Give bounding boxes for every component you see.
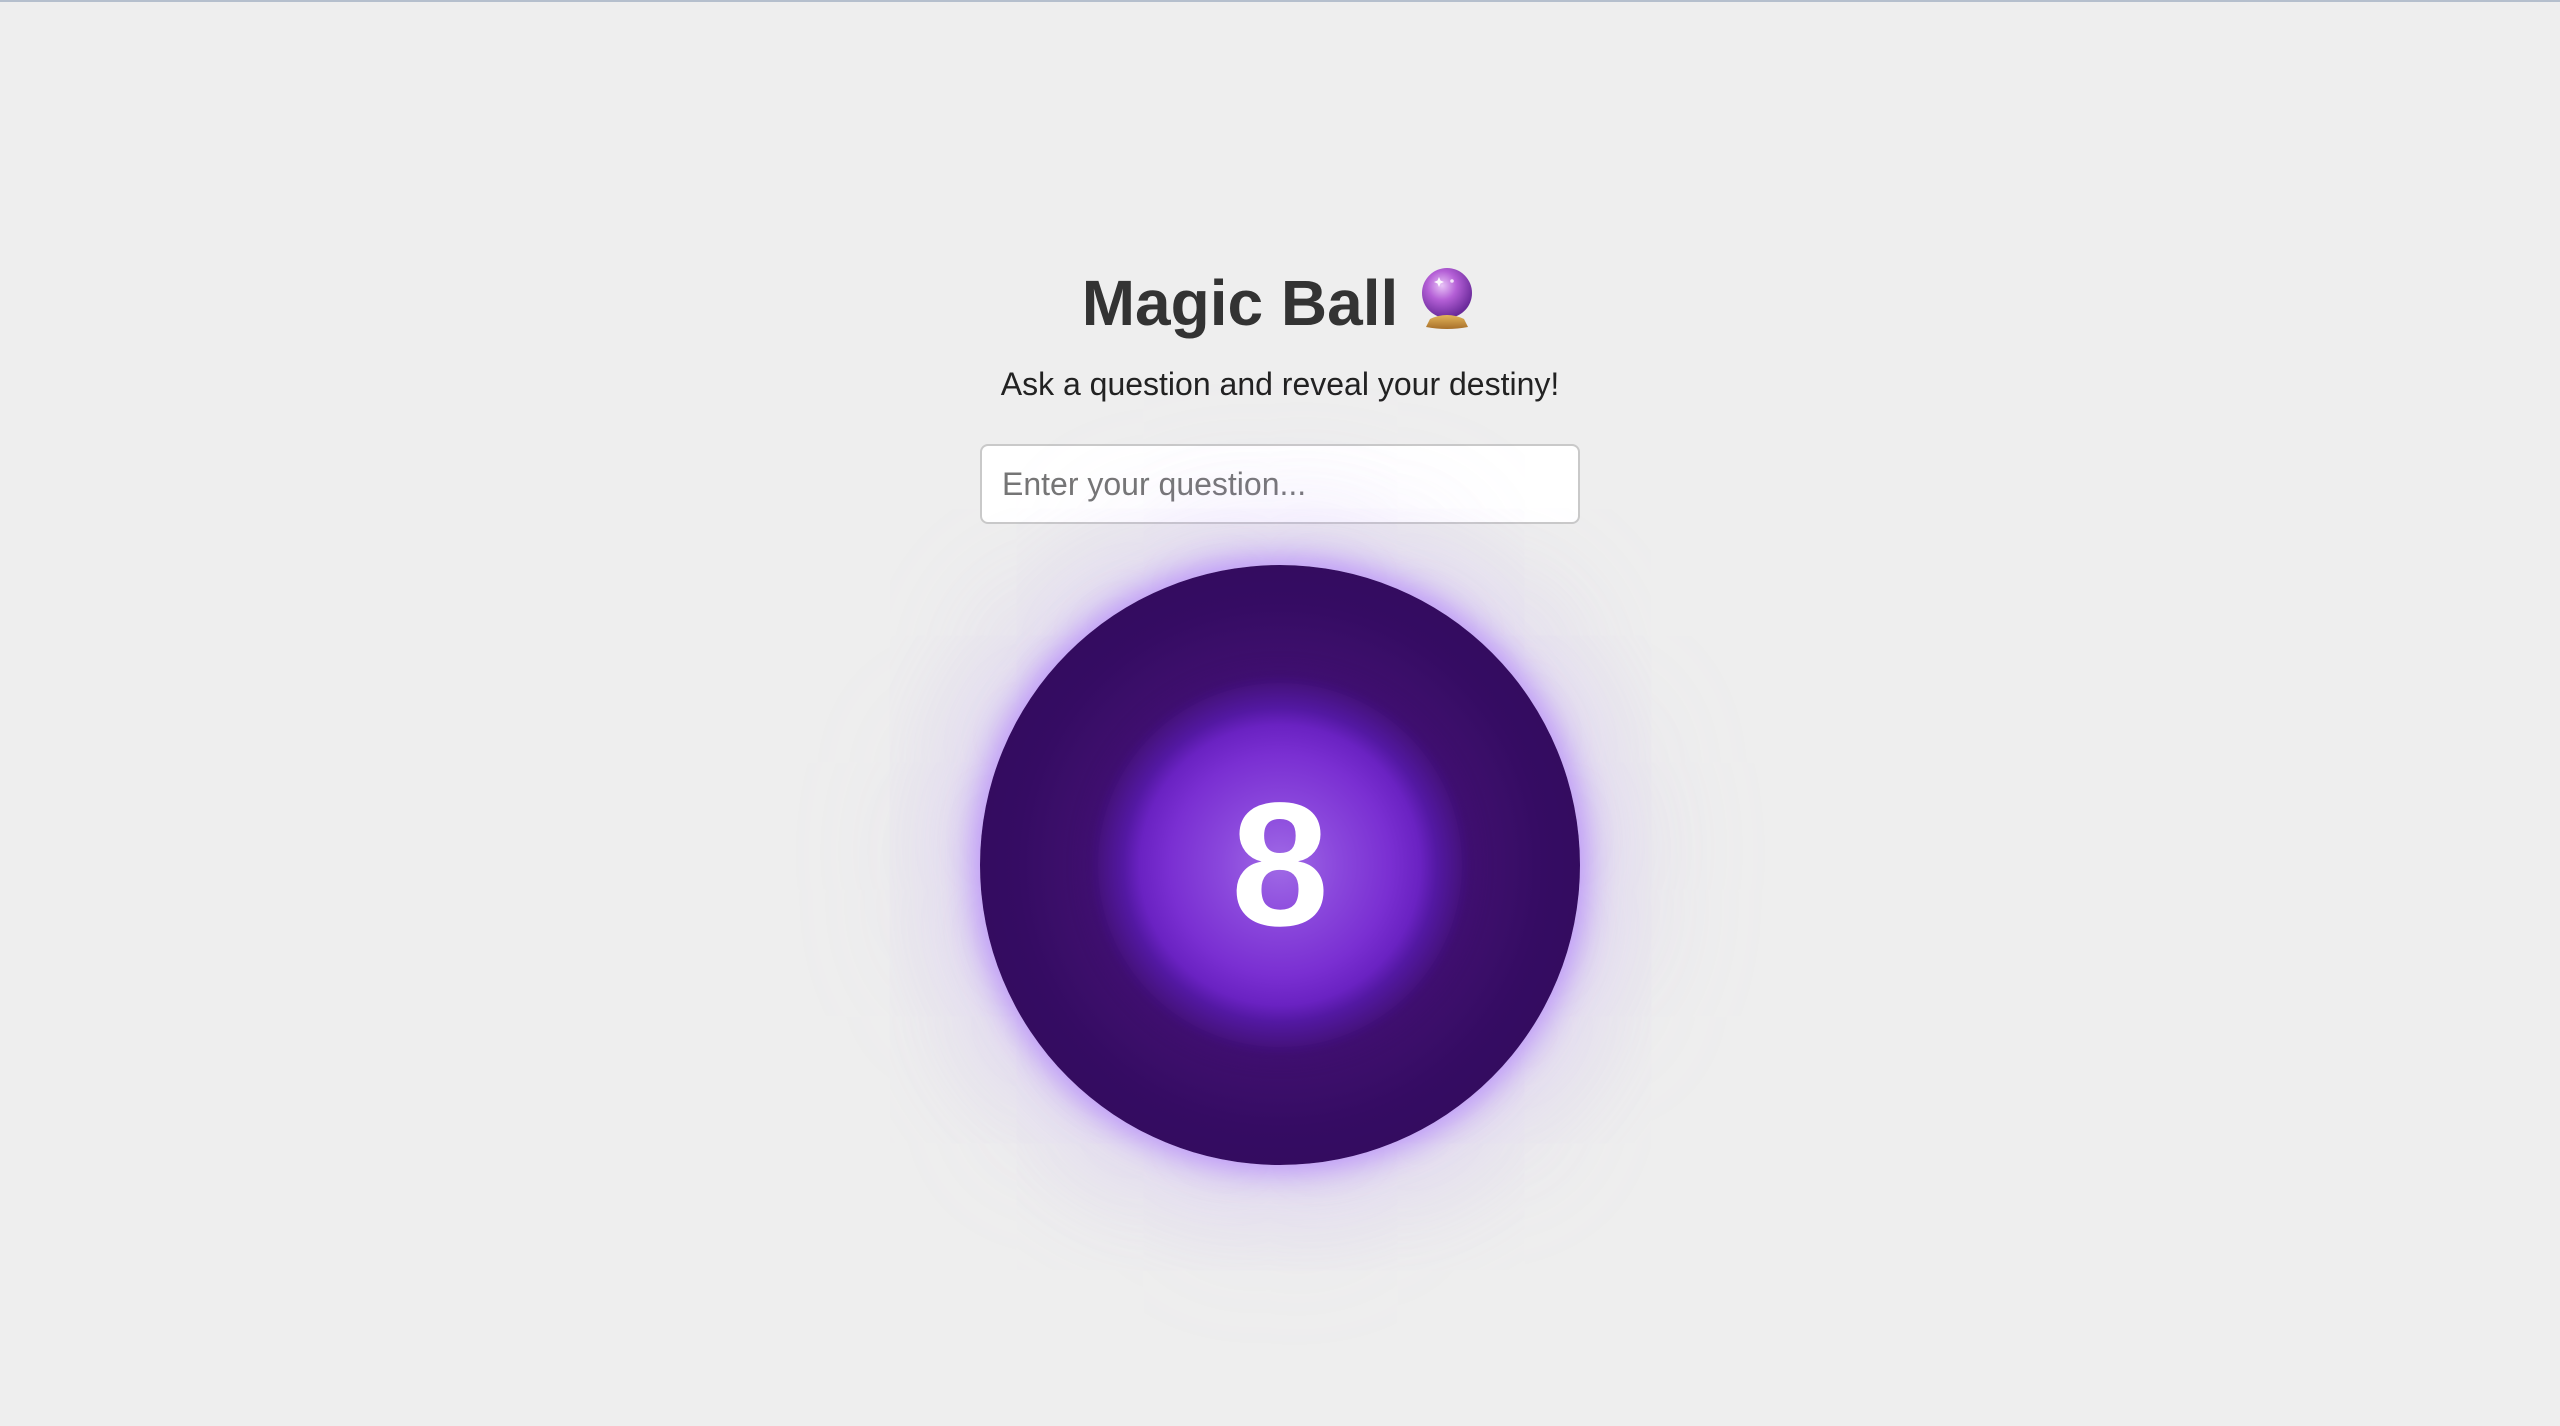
ball-number: 8 [1231,767,1329,963]
magic-ball-app: Magic Ball Ask a question and reveal you… [0,0,2560,1426]
page-title-text: Magic Ball [1081,267,1399,339]
subtitle: Ask a question and reveal your destiny! [1000,366,1560,402]
page-title: Magic Ball [0,258,2560,348]
question-input[interactable] [980,444,1580,524]
magic-ball[interactable]: 8 [980,565,1580,1165]
crystal-ball-icon [1416,265,1478,331]
